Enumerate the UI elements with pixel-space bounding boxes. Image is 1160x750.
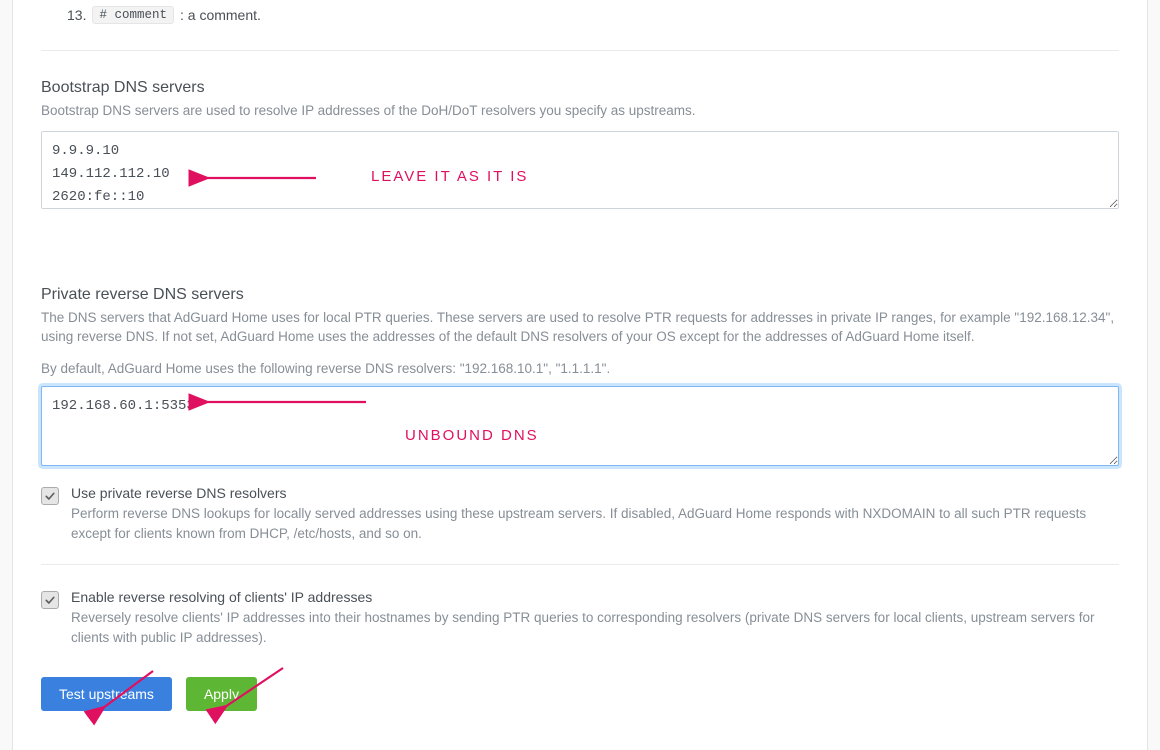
settings-card: 13. # comment : a comment. Bootstrap DNS… bbox=[12, 0, 1148, 750]
divider bbox=[41, 50, 1119, 51]
button-row: Test upstreams Apply bbox=[41, 677, 1119, 731]
enable-reverse-resolving-body: Enable reverse resolving of clients' IP … bbox=[71, 589, 1119, 649]
private-title: Private reverse DNS servers bbox=[41, 286, 1119, 304]
bootstrap-desc: Bootstrap DNS servers are used to resolv… bbox=[41, 101, 1119, 121]
bootstrap-title: Bootstrap DNS servers bbox=[41, 79, 1119, 97]
enable-reverse-resolving-label: Enable reverse resolving of clients' IP … bbox=[71, 589, 1119, 605]
list-number: 13. bbox=[67, 7, 86, 23]
private-desc: The DNS servers that AdGuard Home uses f… bbox=[41, 308, 1119, 347]
enable-reverse-resolving-row: Enable reverse resolving of clients' IP … bbox=[41, 589, 1119, 649]
private-reverse-section: Private reverse DNS servers The DNS serv… bbox=[41, 286, 1119, 471]
enable-reverse-resolving-checkbox[interactable] bbox=[41, 591, 59, 609]
syntax-list-item-13: 13. # comment : a comment. bbox=[41, 0, 1119, 24]
list-13-text: : a comment. bbox=[180, 7, 261, 23]
bootstrap-section: Bootstrap DNS servers Bootstrap DNS serv… bbox=[41, 79, 1119, 214]
divider bbox=[41, 564, 1119, 565]
check-icon bbox=[44, 490, 56, 502]
comment-code: # comment bbox=[92, 6, 174, 24]
private-default-note: By default, AdGuard Home uses the follow… bbox=[41, 361, 1119, 376]
use-private-reverse-dns-desc: Perform reverse DNS lookups for locally … bbox=[71, 504, 1119, 545]
spacer bbox=[41, 214, 1119, 286]
apply-button[interactable]: Apply bbox=[186, 677, 257, 711]
use-private-reverse-dns-label: Use private reverse DNS resolvers bbox=[71, 485, 1119, 501]
test-upstreams-button[interactable]: Test upstreams bbox=[41, 677, 172, 711]
private-reverse-dns-textarea[interactable] bbox=[41, 386, 1119, 466]
bootstrap-dns-textarea[interactable] bbox=[41, 131, 1119, 209]
use-private-reverse-dns-body: Use private reverse DNS resolvers Perfor… bbox=[71, 485, 1119, 545]
use-private-reverse-dns-checkbox[interactable] bbox=[41, 487, 59, 505]
use-private-reverse-dns-row: Use private reverse DNS resolvers Perfor… bbox=[41, 485, 1119, 545]
enable-reverse-resolving-desc: Reversely resolve clients' IP addresses … bbox=[71, 608, 1119, 649]
check-icon bbox=[44, 594, 56, 606]
